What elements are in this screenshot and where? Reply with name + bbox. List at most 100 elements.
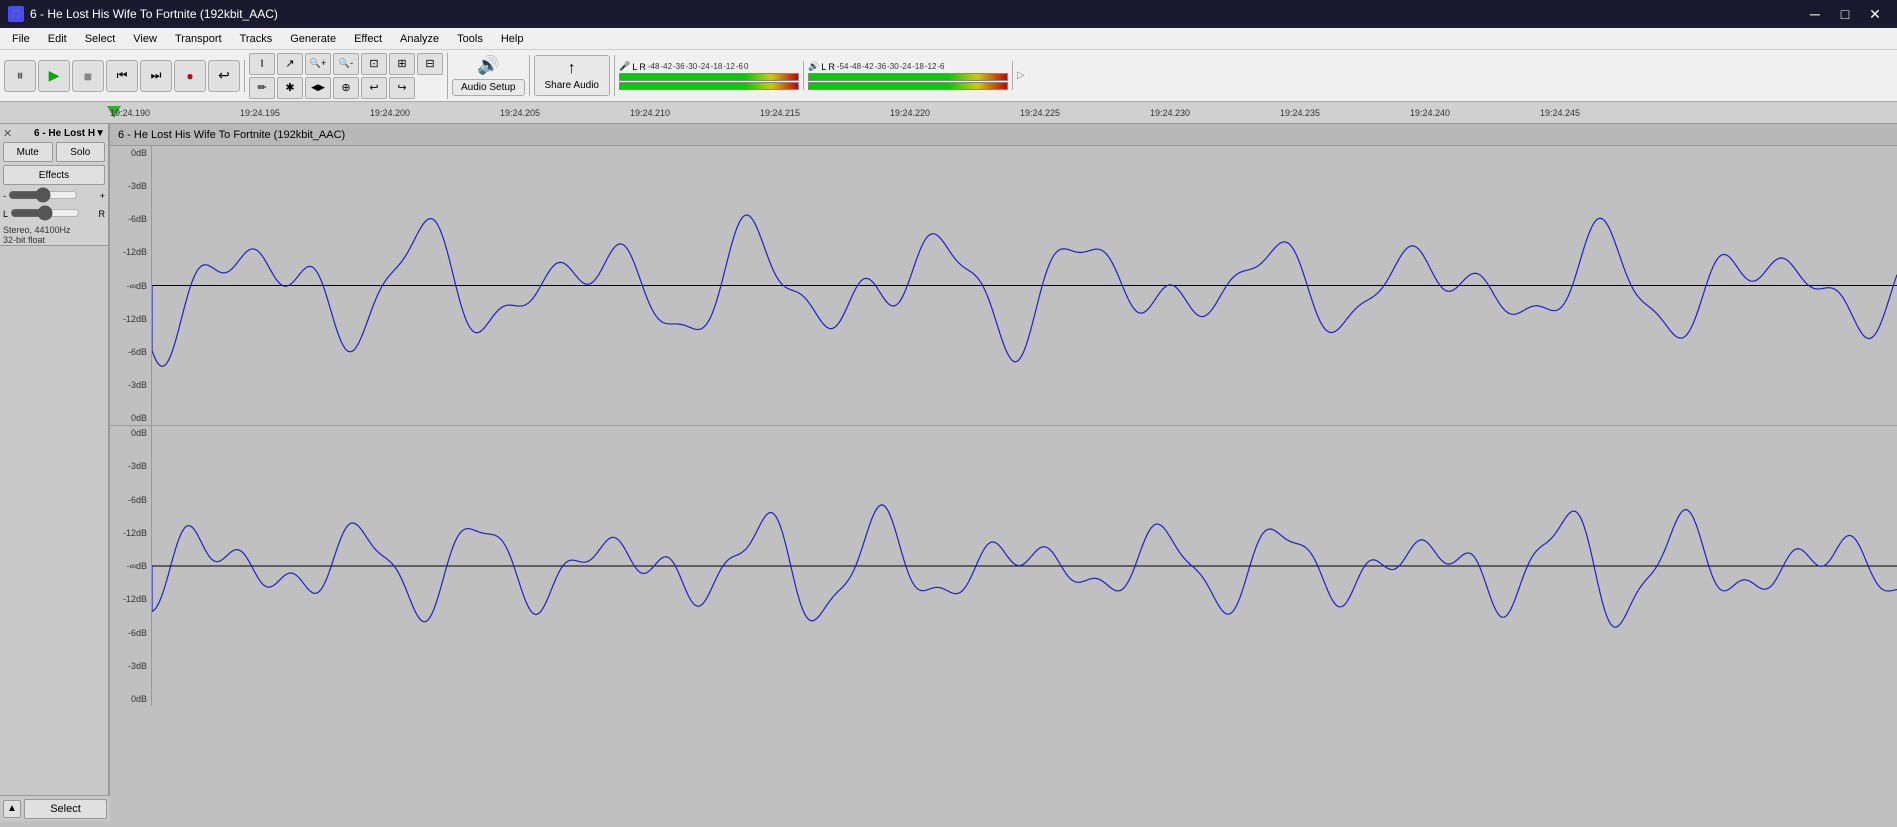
zoom-in-button[interactable]: 🔍+ xyxy=(305,53,331,75)
db-0-bot-l: 0dB xyxy=(110,413,151,423)
pause-button[interactable]: ⏸ xyxy=(4,60,36,92)
gain-slider[interactable] xyxy=(8,188,78,202)
share-audio-label: Share Audio xyxy=(545,80,600,91)
db-labels-right: 0dB -3dB -6dB -12dB -∞dB -12dB -6dB -3dB… xyxy=(110,426,152,706)
title-bar: 🎵 6 - He Lost His Wife To Fortnite (192k… xyxy=(0,0,1897,28)
db-inf-r: -∞dB xyxy=(110,561,151,571)
db-labels-left: 0dB -3dB -6dB -12dB -∞dB -12dB -6dB -3dB… xyxy=(110,146,152,425)
audio-setup-icon: 🔊 xyxy=(477,55,499,76)
waveform-area: 6 - He Lost His Wife To Fortnite (192kbi… xyxy=(110,124,1897,821)
track-sample-rate: Stereo, 44100Hz xyxy=(3,225,71,235)
menu-generate[interactable]: Generate xyxy=(282,31,344,47)
track-name: 6 - He Lost H▼ xyxy=(34,128,105,139)
time-shift-button[interactable]: ◀▶ xyxy=(305,77,331,99)
track-panel-bottom: ▲ Select xyxy=(0,795,110,821)
redo-button[interactable]: ↪ xyxy=(389,77,415,99)
ruler-time-4: 19:24.210 xyxy=(630,108,670,118)
mute-button[interactable]: Mute xyxy=(3,142,53,162)
share-audio-button[interactable]: ↑ Share Audio xyxy=(534,55,611,96)
record-button[interactable]: ● xyxy=(174,60,206,92)
pan-slider-container xyxy=(10,206,96,222)
waveform-svg-left[interactable] xyxy=(152,146,1897,425)
tools-grid: I ↗ 🔍+ 🔍- ⊡ ⊞ ⊟ ✏ ✱ ◀▶ ⊕ ↩ ↪ xyxy=(249,53,443,99)
menu-effect[interactable]: Effect xyxy=(346,31,390,47)
draw-tool-button[interactable]: ✏ xyxy=(249,77,275,99)
toolbar: ⏸ ▶ ■ ⏮ ⏭ ● ↩ I ↗ 🔍+ 🔍- ⊡ ⊞ ⊟ ✏ ✱ ◀▶ ⊕ ↩ xyxy=(0,50,1897,102)
menu-analyze[interactable]: Analyze xyxy=(392,31,447,47)
track-bit-depth: 32-bit float xyxy=(3,235,45,245)
db-3-r: -3dB xyxy=(110,461,151,471)
waveform-svg-right[interactable] xyxy=(152,426,1897,706)
pan-left-label: L xyxy=(3,209,8,219)
loop-button[interactable]: ↩ xyxy=(208,60,240,92)
skip-start-button[interactable]: ⏮ xyxy=(106,60,138,92)
main-content: ✕ 6 - He Lost H▼ Mute Solo Effects - + L xyxy=(0,124,1897,821)
db-0-top-r: 0dB xyxy=(110,428,151,438)
select-button[interactable]: Select xyxy=(24,799,107,819)
track-panel: ✕ 6 - He Lost H▼ Mute Solo Effects - + L xyxy=(0,124,110,821)
transport-controls: ⏸ ▶ ■ ⏮ ⏭ ● ↩ xyxy=(4,60,245,92)
ruler-time-7: 19:24.225 xyxy=(1020,108,1060,118)
input-vu-meter: 🎤 L R -48-42-36-30-24-18-12-60 xyxy=(619,61,804,90)
menu-tools[interactable]: Tools xyxy=(449,31,491,47)
output-lr-label: L R xyxy=(821,62,835,72)
share-audio-group: ↑ Share Audio xyxy=(534,55,616,96)
skip-end-button[interactable]: ⏭ xyxy=(140,60,172,92)
zoom-sel-button[interactable]: ⊞ xyxy=(389,53,415,75)
select-tool-button[interactable]: I xyxy=(249,53,275,75)
zoom-toggle-button[interactable]: ⊟ xyxy=(417,53,443,75)
undo-button[interactable]: ↩ xyxy=(361,77,387,99)
ruler-time-9: 19:24.235 xyxy=(1280,108,1320,118)
ruler-time-1: 19:24.195 xyxy=(240,108,280,118)
ruler-time-6: 19:24.220 xyxy=(890,108,930,118)
maximize-button[interactable]: □ xyxy=(1831,0,1859,28)
track-label-bar: 6 - He Lost His Wife To Fortnite (192kbi… xyxy=(110,124,1897,146)
speaker-icon: 🔊 xyxy=(808,61,819,72)
ruler-time-0: 19:24.190 xyxy=(110,108,150,118)
menu-file[interactable]: File xyxy=(4,31,38,47)
db-6-r: -6dB xyxy=(110,495,151,505)
db-3b-l: -3dB xyxy=(110,380,151,390)
db-12-l: -12dB xyxy=(110,247,151,257)
menu-transport[interactable]: Transport xyxy=(167,31,230,47)
envelope-tool-button[interactable]: ↗ xyxy=(277,53,303,75)
db-0-bot-r: 0dB xyxy=(110,694,151,704)
minimize-button[interactable]: ─ xyxy=(1801,0,1829,28)
solo-button[interactable]: Solo xyxy=(56,142,106,162)
pan-row: L R xyxy=(3,206,105,222)
db-6b-l: -6dB xyxy=(110,347,151,357)
menu-help[interactable]: Help xyxy=(493,31,532,47)
zoom-out-button[interactable]: 🔍- xyxy=(333,53,359,75)
audio-setup-button[interactable]: Audio Setup xyxy=(452,79,525,96)
db-3-l: -3dB xyxy=(110,181,151,191)
waveform-channel-right[interactable]: 0dB -3dB -6dB -12dB -∞dB -12dB -6dB -3dB… xyxy=(110,426,1897,706)
fit-project-button[interactable]: ⊡ xyxy=(361,53,387,75)
db-0-top-l: 0dB xyxy=(110,148,151,158)
db-12-r: -12dB xyxy=(110,528,151,538)
menu-tracks[interactable]: Tracks xyxy=(232,31,281,47)
menu-view[interactable]: View xyxy=(125,31,165,47)
multi-tool-button[interactable]: ✱ xyxy=(277,77,303,99)
ruler-time-11: 19:24.245 xyxy=(1540,108,1580,118)
collapse-button[interactable]: ▲ xyxy=(3,800,21,818)
mic-icon: 🎤 xyxy=(619,61,630,72)
gain-row: - + xyxy=(3,188,105,204)
play-button[interactable]: ▶ xyxy=(38,60,70,92)
app-icon: 🎵 xyxy=(8,6,24,22)
track-info: Stereo, 44100Hz 32-bit float xyxy=(3,225,105,245)
db-6-l: -6dB xyxy=(110,214,151,224)
effects-button[interactable]: Effects xyxy=(3,165,105,185)
menu-select[interactable]: Select xyxy=(77,31,124,47)
ruler-time-5: 19:24.215 xyxy=(760,108,800,118)
waveform-channel-left[interactable]: 0dB -3dB -6dB -12dB -∞dB -12dB -6dB -3dB… xyxy=(110,146,1897,426)
stop-button[interactable]: ■ xyxy=(72,60,104,92)
close-button[interactable]: ✕ xyxy=(1861,0,1889,28)
track-close-button[interactable]: ✕ xyxy=(3,127,12,140)
multi2-tool-button[interactable]: ⊕ xyxy=(333,77,359,99)
gain-max-label: + xyxy=(100,191,105,201)
pan-slider[interactable] xyxy=(10,206,80,220)
db-12b-r: -12dB xyxy=(110,594,151,604)
menu-bar: File Edit Select View Transport Tracks G… xyxy=(0,28,1897,50)
menu-edit[interactable]: Edit xyxy=(40,31,75,47)
ruler-time-10: 19:24.240 xyxy=(1410,108,1450,118)
